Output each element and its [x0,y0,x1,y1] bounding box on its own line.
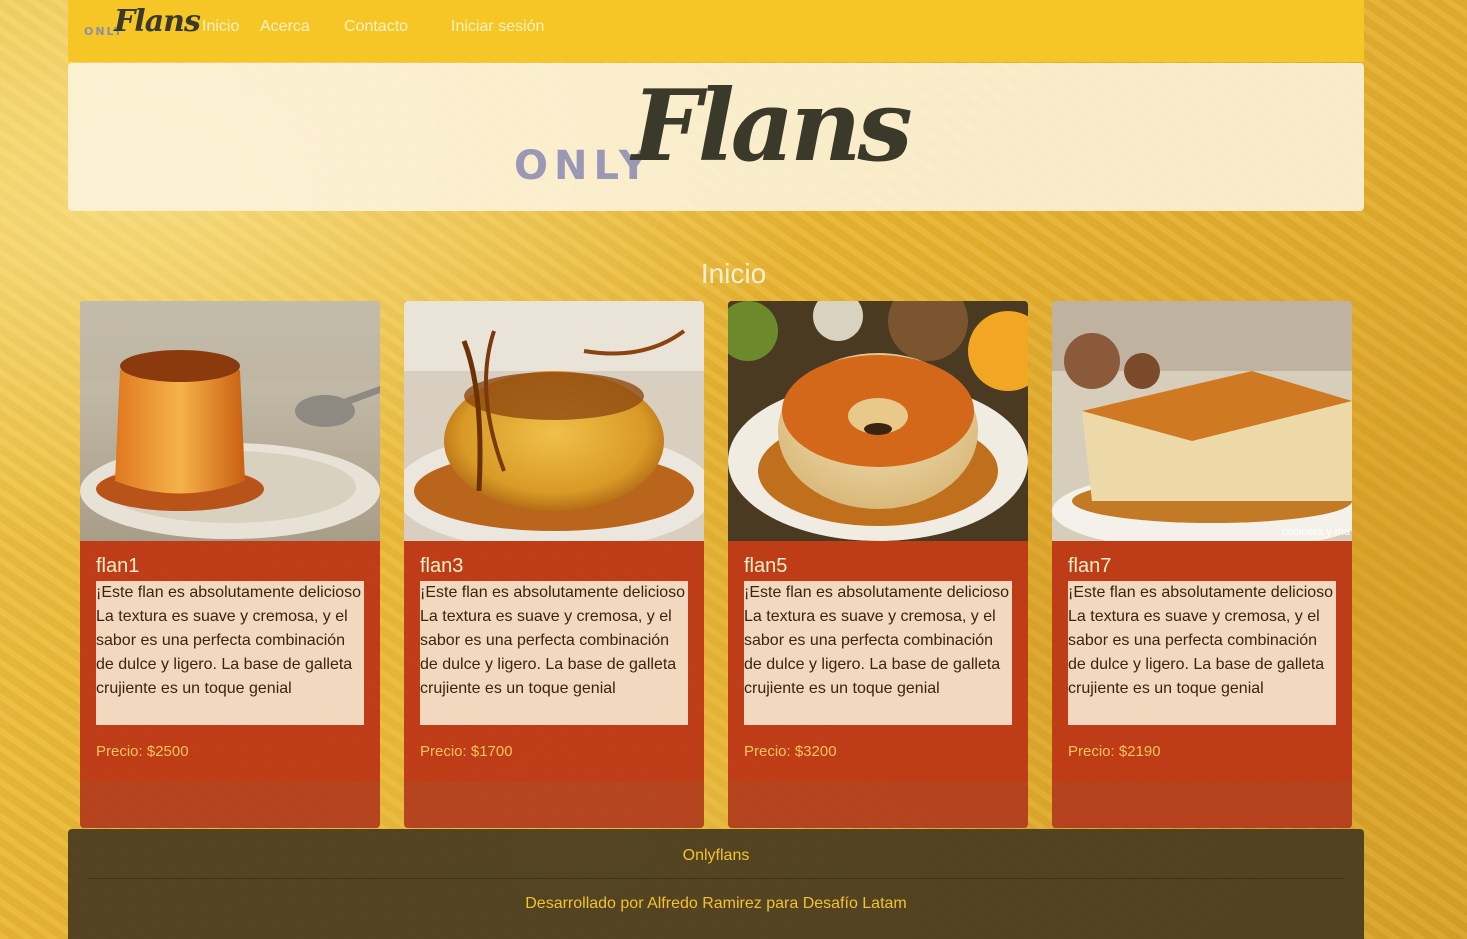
image-watermark: cocinera y ma [1282,526,1351,538]
card-price: Precio: $1700 [420,743,513,760]
card-body: flan7 ¡Este flan es absolutamente delici… [1052,541,1352,781]
nav-link-inicio[interactable]: Inicio [202,18,239,36]
product-card: flan3 ¡Este flan es absolutamente delici… [404,301,704,828]
nav-link-acerca[interactable]: Acerca [260,18,310,36]
card-body: flan3 ¡Este flan es absolutamente delici… [404,541,704,781]
product-card: flan5 ¡Este flan es absolutamente delici… [728,301,1028,828]
card-description: ¡Este flan es absolutamente delicioso La… [744,581,1012,725]
card-title: flan7 [1068,555,1112,577]
footer-brand: Onlyflans [682,847,750,864]
product-card: cocinera y ma flan7 ¡Este flan es absolu… [1052,301,1352,828]
navbar: ONLY Flans Inicio Acerca Contacto Inicia… [68,0,1364,62]
card-price: Precio: $2500 [96,743,189,760]
card-price: Precio: $2190 [1068,743,1161,760]
page-title: Inicio [700,258,767,289]
card-title: flan3 [420,555,464,577]
flan-image [728,301,1028,541]
footer-divider [88,878,1344,879]
card-description: ¡Este flan es absolutamente delicioso La… [420,581,688,725]
product-card: flan1 ¡Este flan es absolutamente delici… [80,301,380,828]
site-footer: Onlyflans Desarrollado por Alfredo Ramir… [68,829,1364,939]
card-title: flan1 [96,555,140,577]
card-price: Precio: $3200 [744,743,837,760]
flan-image [404,301,704,541]
flan-image: cocinera y ma [1052,301,1352,541]
card-footer [1052,781,1352,828]
card-footer [80,781,380,828]
nav-link-contacto[interactable]: Contacto [344,18,408,36]
hero-logo-flans: Flans [632,69,913,184]
card-footer [404,781,704,828]
card-body: flan5 ¡Este flan es absolutamente delici… [728,541,1028,781]
nav-link-iniciar-sesion[interactable]: Iniciar sesión [451,18,544,36]
footer-credit: Desarrollado por Alfredo Ramirez para De… [525,895,907,912]
hero-banner: ONLY Flans [68,63,1364,211]
flan-image [80,301,380,541]
nav-logo[interactable]: ONLY Flans [84,4,201,44]
card-title: flan5 [744,555,788,577]
card-footer [728,781,1028,828]
card-description: ¡Este flan es absolutamente delicioso La… [1068,581,1336,725]
nav-logo-flans: Flans [114,4,201,39]
card-body: flan1 ¡Este flan es absolutamente delici… [80,541,380,781]
hero-logo: ONLY Flans [514,69,934,203]
card-description: ¡Este flan es absolutamente delicioso La… [96,581,364,725]
